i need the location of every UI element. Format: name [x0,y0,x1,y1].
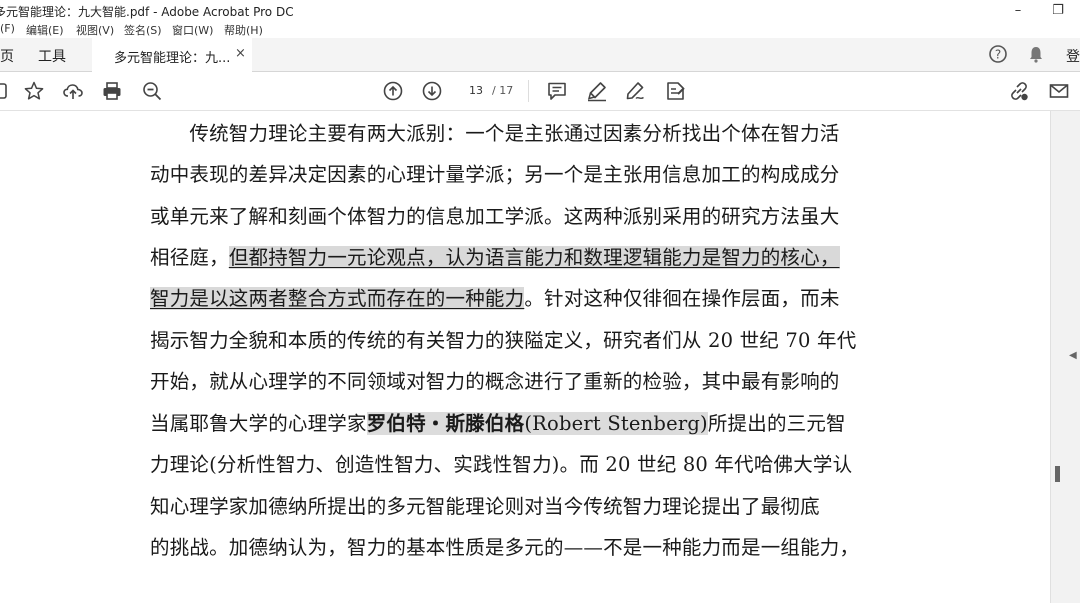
highlighted-text: 智力是以这两者整合方式而存在的一种能力 [150,287,525,310]
text-span: 的挑战。加德纳认为，智力的基本性质是多元的——不是一种能力而是一组能力， [150,536,860,559]
restore-button[interactable]: ❐ [1040,0,1076,20]
window-title: 多元智能理论：九大智能.pdf - Adobe Acrobat Pro DC [0,5,294,19]
text-line: 力理论(分析性智力、创造性智力、实践性智力)。而 20 世纪 80 年代哈佛大学… [150,448,852,477]
menu-bar: (F) 编辑(E) 视图(V) 签名(S) 窗口(W) 帮助(H) [0,20,1080,38]
text-line: 传统智力理论主要有两大派别：一个是主张通过因素分析找出个体在智力活 [150,117,840,146]
text-span: 相径庭， [150,246,229,269]
page-total: / 17 [492,84,514,97]
text-span: 知心理学家加德纳所提出的多元智能理论则对当今传统智力理论提出了最彻底 [150,495,820,518]
text-line: 或单元来了解和刻画个体智力的信息加工学派。这两种派别采用的研究方法虽大 [150,200,840,229]
text-span: 传统智力理论主要有两大派别：一个是主张通过因素分析找出个体在智力活 [150,122,840,145]
tab-bar: 页 工具 多元智能理论：九... × ? 登 [0,38,1080,73]
text-span: 开始，就从心理学的不同领域对智力的概念进行了重新的检验，其中最有影响的 [150,370,840,393]
tab-document[interactable]: 多元智能理论：九... × [92,38,252,73]
text-span: 所提出的三元智 [707,412,846,435]
text-span: 或单元来了解和刻画个体智力的信息加工学派。这两种派别采用的研究方法虽大 [150,205,840,228]
menu-view[interactable]: 视图(V) [76,22,114,38]
menu-edit[interactable]: 编辑(E) [26,22,64,38]
close-tab-icon[interactable]: × [235,46,246,61]
text-line: 揭示智力全貌和本质的传统的有关智力的狭隘定义，研究者们从 20 世纪 70 年代 [150,324,856,353]
bell-icon[interactable] [1026,44,1046,64]
highlight-pen-icon[interactable] [586,80,608,102]
print-icon[interactable] [101,80,123,102]
star-icon[interactable] [23,80,45,102]
menu-sign[interactable]: 签名(S) [124,22,162,38]
email-icon[interactable] [1048,80,1070,102]
text-span: 动中表现的差异决定因素的心理计量学派；另一个是主张用信息加工的构成成分 [150,163,840,186]
help-icon[interactable]: ? [988,44,1008,64]
tab-document-label: 多元智能理论：九... [114,51,231,66]
login-link[interactable]: 登 [1066,46,1080,66]
minimize-button[interactable]: – [1000,0,1036,20]
text-span: 力理论(分析性智力、创造性智力、实践性智力)。而 20 世纪 80 年代哈佛大学… [150,453,853,476]
draw-icon[interactable] [624,80,646,102]
menu-file[interactable]: (F) [0,22,15,35]
highlighted-name-latin: (Robert Stenberg) [524,412,708,435]
text-line: 动中表现的差异决定因素的心理计量学派；另一个是主张用信息加工的构成成分 [150,158,840,187]
highlighted-name: 罗伯特・斯滕伯格 [366,412,525,435]
text-span: 当属耶鲁大学的心理学家 [150,412,367,435]
text-line: 知心理学家加德纳所提出的多元智能理论则对当今传统智力理论提出了最彻底 [150,490,820,519]
text-span: 揭示智力全貌和本质的传统的有关智力的狭隘定义，研究者们从 20 世纪 70 年代 [150,329,857,352]
previous-page-icon[interactable] [382,80,404,102]
text-line: 的挑战。加德纳认为，智力的基本性质是多元的——不是一种能力而是一组能力， [150,531,859,560]
zoom-out-icon[interactable] [141,80,163,102]
menu-help[interactable]: 帮助(H) [224,22,263,38]
menu-window[interactable]: 窗口(W) [172,22,213,38]
text-span: 。针对这种仅徘徊在操作层面，而未 [524,287,840,310]
stamp-icon[interactable] [664,80,686,102]
document-view[interactable]: 传统智力理论主要有两大派别：一个是主张通过因素分析找出个体在智力活 动中表现的差异… [0,111,1050,603]
toolbar: 13 / 17 [0,72,1080,111]
tab-tools[interactable]: 工具 [38,46,66,66]
text-line: 智力是以这两者整合方式而存在的一种能力。针对这种仅徘徊在操作层面，而未 [150,282,840,311]
scrollbar-thumb[interactable] [1055,466,1060,482]
text-line: 当属耶鲁大学的心理学家罗伯特・斯滕伯格(Robert Stenberg)所提出的… [150,407,846,436]
svg-text:?: ? [995,48,1001,62]
tab-home[interactable]: 页 [0,46,14,66]
collapse-panel-icon[interactable]: ◀ [1069,350,1077,361]
share-link-icon[interactable] [1008,80,1030,102]
toolbar-divider [528,80,529,102]
title-bar: 多元智能理论：九大智能.pdf - Adobe Acrobat Pro DC –… [0,0,1080,20]
highlighted-text: 但都持智力一元论观点，认为语言能力和数理逻辑能力是智力的核心， [228,246,840,269]
page-number-input[interactable]: 13 [460,81,492,101]
comment-icon[interactable] [546,80,568,102]
next-page-icon[interactable] [421,80,443,102]
text-line: 相径庭，但都持智力一元论观点，认为语言能力和数理逻辑能力是智力的核心， [150,241,840,270]
cloud-upload-icon[interactable] [62,80,84,102]
panel-icon[interactable] [0,80,12,102]
text-line: 开始，就从心理学的不同领域对智力的概念进行了重新的检验，其中最有影响的 [150,365,840,394]
